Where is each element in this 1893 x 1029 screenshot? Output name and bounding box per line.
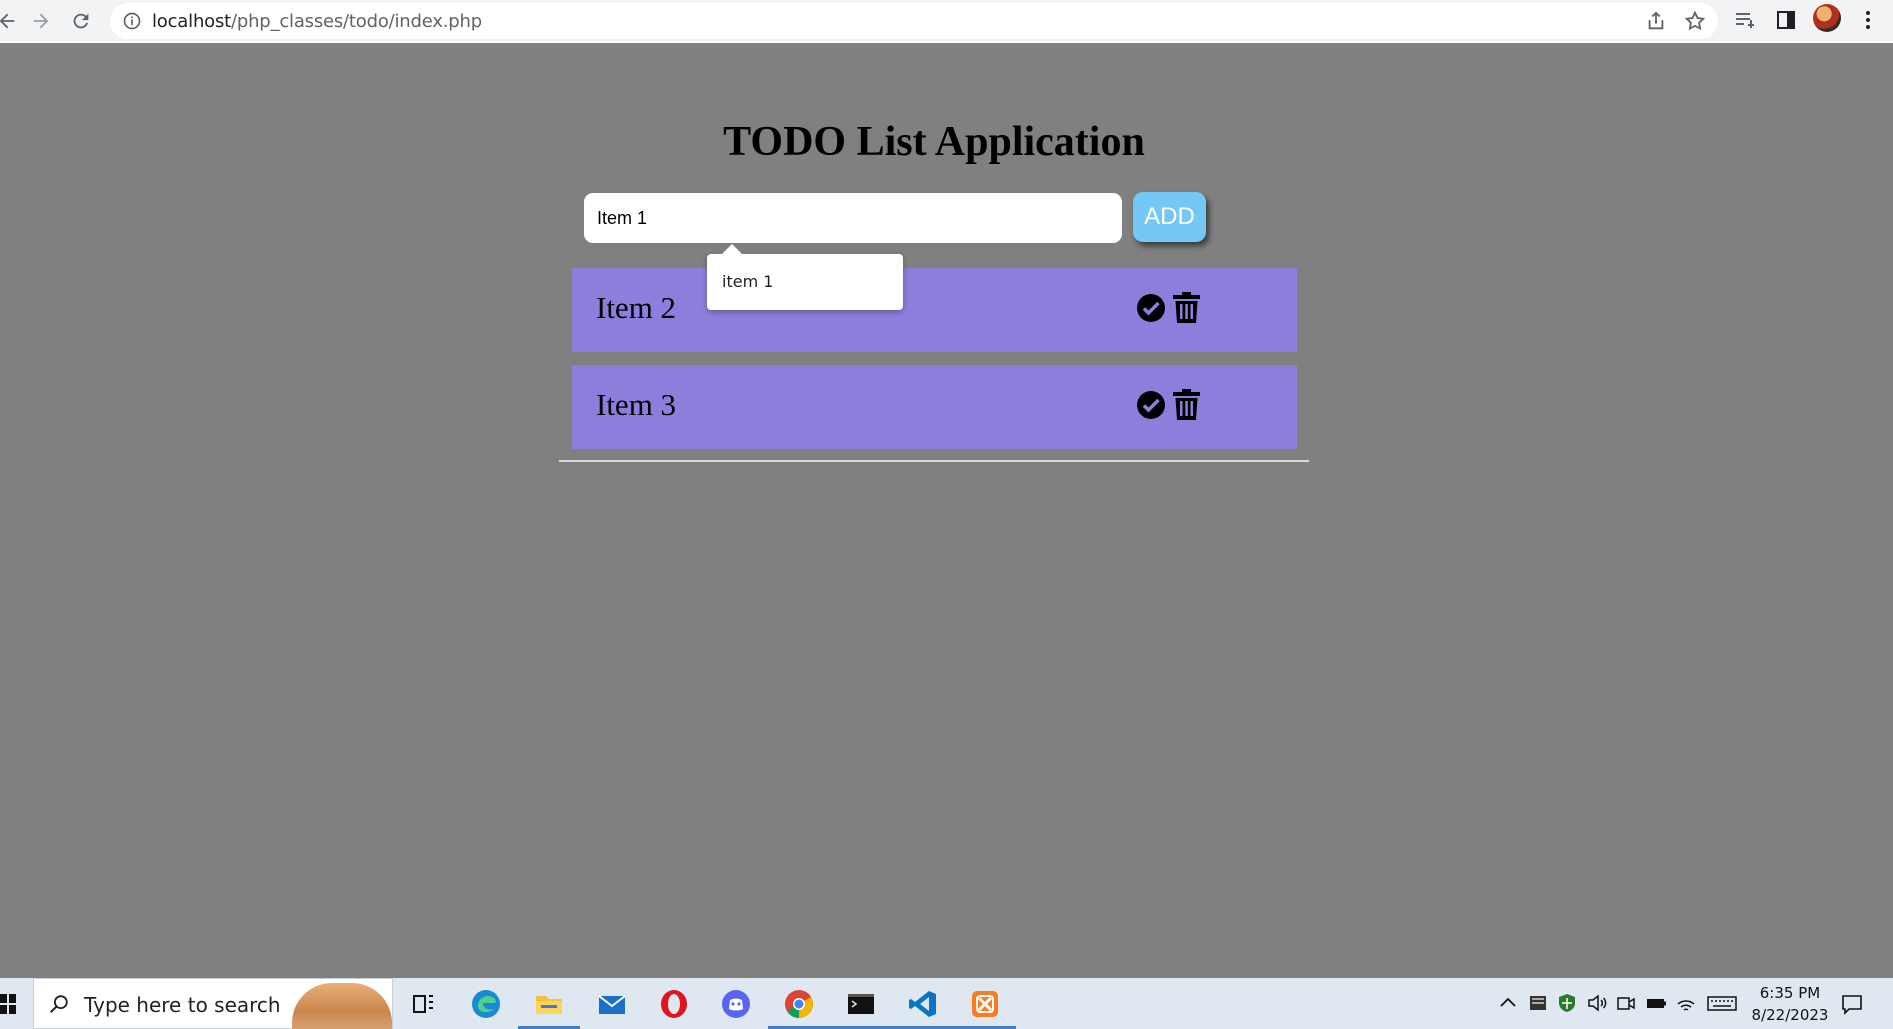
task-view-icon: [413, 994, 433, 1013]
site-info-icon[interactable]: [122, 11, 142, 31]
system-clock[interactable]: 6:35 PM 8/22/2023: [1745, 982, 1835, 1026]
discord-icon: [722, 989, 750, 1018]
reading-list-icon[interactable]: [1733, 8, 1757, 32]
wifi-icon[interactable]: [1675, 992, 1697, 1014]
autocomplete-dropdown: item 1: [707, 244, 903, 310]
forward-button[interactable]: [26, 6, 56, 36]
url-text: localhost/php_classes/todo/index.php: [152, 11, 482, 32]
file-explorer-app[interactable]: [518, 978, 580, 1029]
clock-time: 6:35 PM: [1759, 984, 1821, 1002]
search-placeholder: Type here to search: [84, 993, 281, 1017]
edge-app[interactable]: [455, 978, 517, 1029]
reload-button[interactable]: [66, 6, 96, 36]
security-shield-icon[interactable]: [1556, 992, 1578, 1014]
back-arrow-icon: [0, 13, 15, 29]
chrome-app[interactable]: [768, 978, 830, 1029]
terminal-icon: [848, 993, 874, 1014]
list-divider: [559, 460, 1309, 462]
battery-icon[interactable]: [1645, 992, 1667, 1014]
url-host: localhost: [152, 11, 231, 32]
side-panel-icon[interactable]: [1774, 8, 1798, 32]
todo-item-label: Item 2: [596, 290, 677, 325]
todo-item-label: Item 3: [596, 387, 677, 422]
check-icon[interactable]: [1136, 390, 1166, 420]
todo-item: Item 3: [572, 365, 1297, 449]
forward-arrow-icon: [33, 13, 49, 29]
notification-icon[interactable]: [1840, 992, 1864, 1016]
back-button[interactable]: [0, 6, 22, 36]
edge-icon: [472, 989, 500, 1018]
mail-app[interactable]: [581, 978, 643, 1029]
todo-input[interactable]: [584, 193, 1122, 243]
file-explorer-icon: [536, 995, 562, 1014]
opera-app[interactable]: [643, 978, 705, 1029]
bookmark-star-icon[interactable]: [1684, 10, 1706, 32]
more-options-icon[interactable]: [1856, 8, 1880, 32]
url-path: /php_classes/todo/index.php: [231, 11, 482, 32]
xampp-icon: [972, 990, 998, 1017]
terminal-app[interactable]: [830, 978, 892, 1029]
xampp-app[interactable]: [954, 978, 1016, 1029]
vscode-app[interactable]: [892, 978, 954, 1029]
meet-now-icon[interactable]: [1615, 992, 1637, 1014]
keyboard-icon[interactable]: [1707, 992, 1737, 1014]
chevron-up-icon[interactable]: [1497, 992, 1519, 1014]
discord-app[interactable]: [705, 978, 767, 1029]
chrome-icon: [785, 989, 813, 1018]
vscode-icon: [909, 990, 936, 1017]
reload-icon: [73, 13, 89, 29]
storage-icon[interactable]: [1527, 992, 1549, 1014]
address-bar[interactable]: localhost/php_classes/todo/index.php: [110, 3, 1718, 39]
taskbar: Type here to search 6:35 PM 8/22/2023: [0, 978, 1893, 1029]
share-icon[interactable]: [1645, 10, 1667, 32]
add-button[interactable]: ADD: [1133, 192, 1206, 242]
profile-avatar[interactable]: [1813, 4, 1841, 32]
todo-item: Item 2: [572, 268, 1297, 352]
trash-icon[interactable]: [1173, 389, 1200, 420]
trash-icon[interactable]: [1173, 292, 1200, 323]
opera-icon: [661, 989, 687, 1018]
browser-toolbar: localhost/php_classes/todo/index.php: [0, 0, 1893, 43]
mail-icon: [598, 994, 626, 1014]
autocomplete-option[interactable]: item 1: [722, 272, 773, 291]
windows-start-icon[interactable]: [0, 994, 16, 1014]
volume-icon[interactable]: [1586, 992, 1608, 1014]
page-title: TODO List Application: [723, 119, 1145, 165]
search-icon: [50, 995, 68, 1013]
task-view-button[interactable]: [392, 978, 454, 1029]
clock-date: 8/22/2023: [1751, 1006, 1829, 1024]
taskbar-search[interactable]: Type here to search: [33, 978, 393, 1029]
search-highlight-image: [292, 983, 392, 1029]
check-icon[interactable]: [1136, 293, 1166, 323]
